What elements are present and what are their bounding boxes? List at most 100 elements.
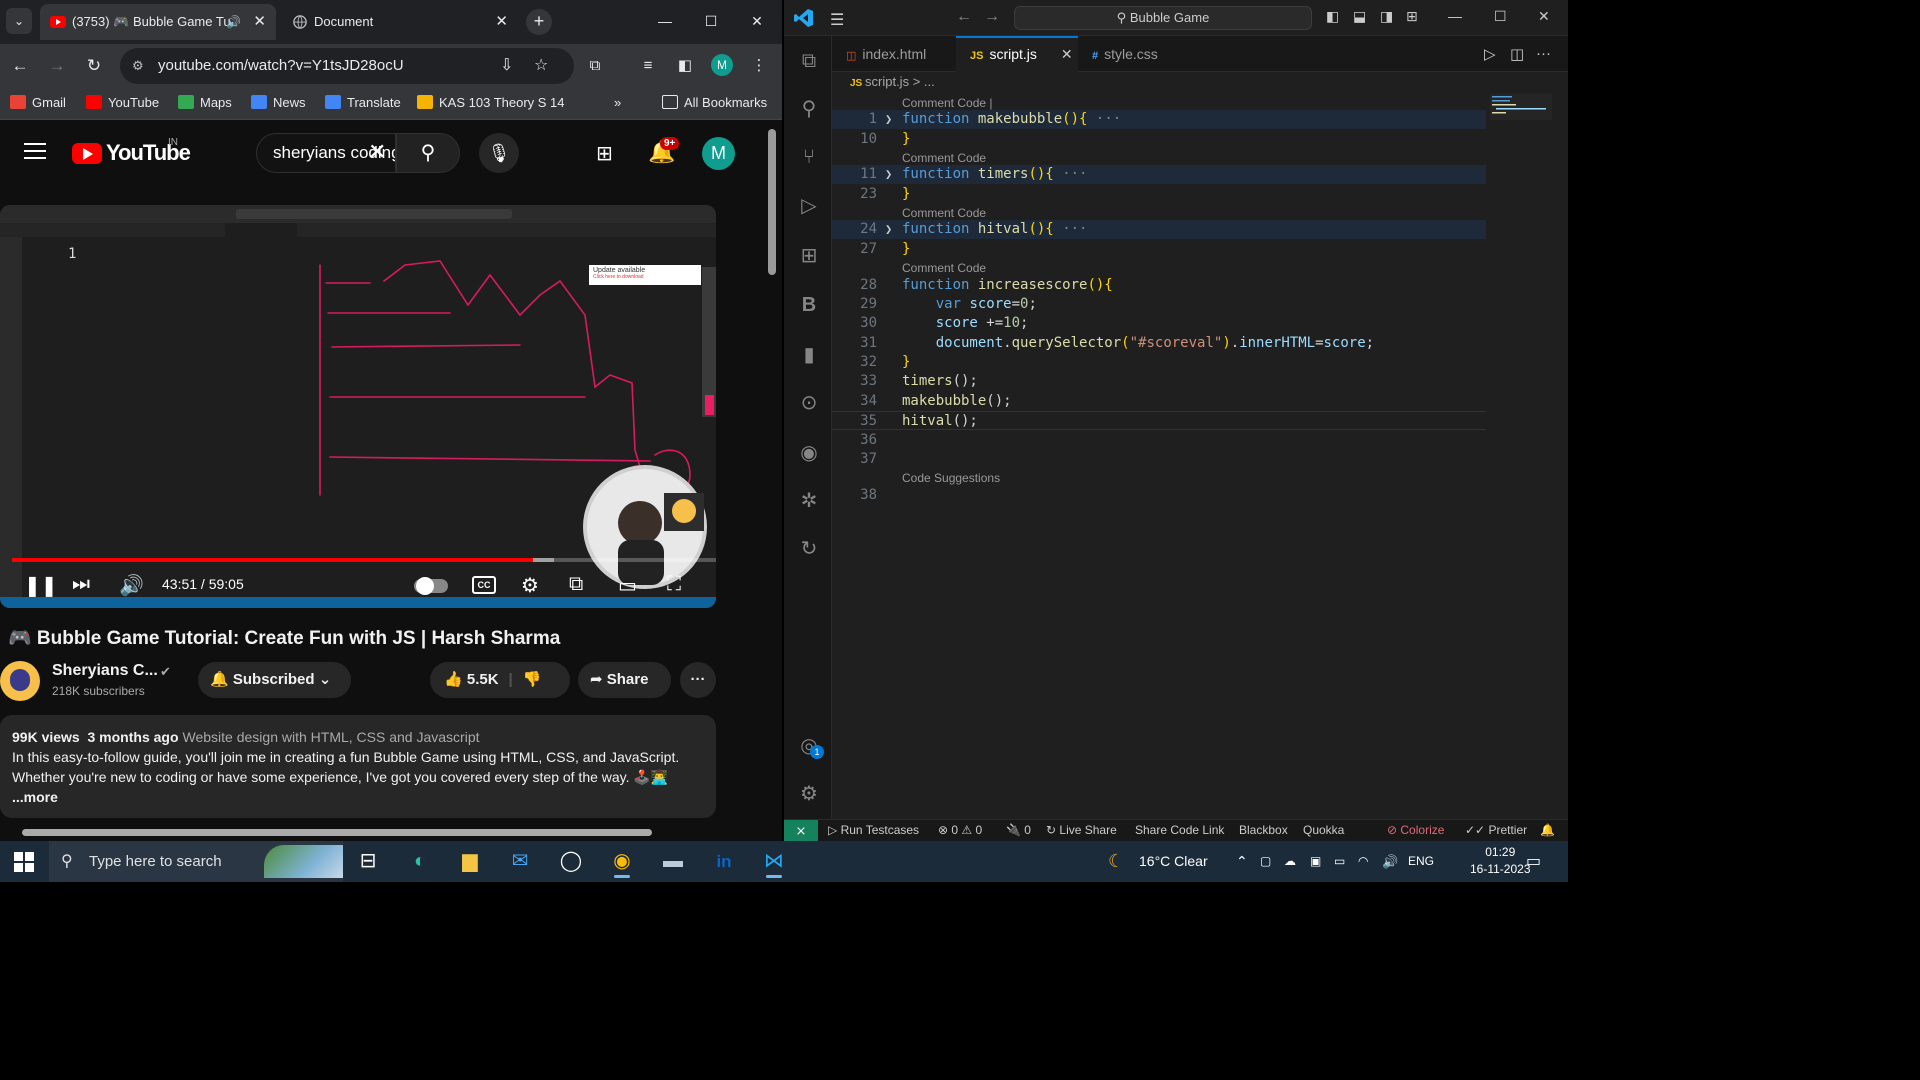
subscribed-button[interactable]: 🔔 Subscribed ⌄ — [198, 662, 351, 698]
toggle-sidebar-icon[interactable]: ◧ — [1326, 8, 1339, 25]
code-line[interactable]: 36 — [832, 431, 1486, 450]
task-view-icon[interactable]: ⊟ — [348, 845, 388, 878]
tray-app-icon[interactable]: ▢ — [1260, 841, 1271, 882]
guide-menu-icon[interactable] — [24, 143, 46, 159]
extensions-icon[interactable]: ⧉ — [583, 54, 607, 78]
clear-search-icon[interactable]: ✕ — [368, 139, 386, 165]
blackbox-status[interactable]: Blackbox — [1239, 820, 1288, 841]
code-lens[interactable]: Comment Code — [902, 151, 986, 166]
vscode-taskbar-icon[interactable]: ⋈ — [754, 845, 794, 878]
all-bookmarks[interactable]: All Bookmarks — [662, 88, 767, 120]
theater-mode-icon[interactable]: ▭ — [618, 573, 637, 598]
search-icon[interactable]: ⚲ — [796, 96, 822, 122]
tab-index-html[interactable]: ◫ index.html — [832, 36, 956, 72]
description-box[interactable]: 99K views 3 months ago Website design wit… — [0, 715, 716, 818]
channel-name[interactable]: Sheryians C... — [52, 662, 158, 680]
code-suggestions-lens[interactable]: Code Suggestions — [902, 471, 1000, 486]
explorer-icon[interactable]: ⧉ — [796, 48, 822, 74]
bookmark-news[interactable]: News — [251, 88, 306, 120]
search-button[interactable]: ⚲ — [396, 133, 460, 173]
bookmark-star-icon[interactable]: ☆ — [534, 48, 548, 84]
colorize-status[interactable]: ⊘ Colorize — [1387, 820, 1444, 841]
onedrive-icon[interactable]: ☁ — [1284, 841, 1296, 882]
run-testcases[interactable]: ▷ Run Testcases — [828, 820, 919, 841]
chrome-icon[interactable]: ◉ — [602, 845, 642, 878]
customize-layout-icon[interactable]: ⊞ — [1406, 8, 1418, 25]
bookmark-youtube[interactable]: YouTube — [86, 88, 159, 120]
fold-chevron-icon[interactable]: ❯ — [885, 165, 892, 184]
toggle-panel-icon[interactable]: ⬓ — [1353, 8, 1366, 25]
tab-search-button[interactable]: ⌄ — [6, 8, 32, 34]
input-language[interactable]: ENG — [1408, 841, 1434, 882]
code-line[interactable]: 1 ❯ function makebubble(){ ··· — [832, 110, 1486, 129]
close-tab-icon[interactable]: ✕ — [495, 4, 508, 40]
code-line-current[interactable]: 35 hitval(); — [832, 411, 1486, 430]
code-line[interactable]: 32} — [832, 353, 1486, 372]
settings-gear-icon[interactable]: ⚙ — [521, 573, 539, 598]
code-lens[interactable]: Comment Code | — [902, 96, 993, 111]
side-panel-icon[interactable]: ◧ — [673, 54, 697, 78]
miniplayer-icon[interactable]: ⧉ — [569, 573, 583, 596]
maximize-icon[interactable]: ☐ — [696, 8, 726, 34]
minimize-icon[interactable]: — — [650, 8, 680, 34]
media-control-icon[interactable]: ≡ — [636, 54, 660, 78]
wifi-icon[interactable]: ◠ — [1358, 841, 1368, 882]
toggle-secondary-sidebar-icon[interactable]: ◨ — [1380, 8, 1393, 25]
more-bookmarks-icon[interactable]: » — [614, 88, 621, 120]
weather-moon-icon[interactable]: ☾ — [1108, 841, 1124, 882]
dell-icon[interactable]: ◯ — [551, 845, 591, 878]
speaker-icon[interactable]: 🔊 — [226, 4, 241, 40]
volume-icon[interactable]: 🔊 — [1382, 841, 1398, 882]
remote-desktop-icon[interactable]: ▬ — [653, 845, 693, 878]
like-button[interactable]: 👍 5.5K — [444, 671, 499, 688]
ports-indicator[interactable]: 🔌 0 — [1006, 820, 1031, 841]
mail-icon[interactable]: ✉ — [500, 845, 540, 878]
fold-chevron-icon[interactable]: ❯ — [885, 110, 892, 129]
blackbox-icon[interactable]: B — [796, 292, 822, 318]
code-line[interactable]: 38 — [832, 486, 1486, 505]
category-tag[interactable]: Website design with HTML, CSS and Javasc… — [183, 729, 480, 745]
live-share-icon[interactable]: ↻ — [796, 536, 822, 562]
menu-icon[interactable]: ☰ — [830, 10, 844, 30]
taskbar-search[interactable]: ⚲ Type here to search — [49, 841, 343, 882]
split-editor-icon[interactable]: ◫ — [1510, 45, 1524, 63]
battery-icon[interactable]: ▭ — [1334, 841, 1345, 882]
linkedin-icon[interactable]: in — [704, 845, 744, 878]
profile-avatar[interactable]: M — [711, 54, 733, 76]
manage-gear-icon[interactable]: ⚙ — [796, 781, 822, 807]
code-lens[interactable]: Comment Code — [902, 261, 986, 276]
problems-indicator[interactable]: ⊗ 0 ⚠ 0 — [938, 820, 982, 841]
back-icon[interactable]: ← — [956, 8, 972, 26]
new-tab-button[interactable]: + — [526, 9, 552, 35]
remote-indicator-icon[interactable]: ⨯ — [784, 820, 818, 841]
chart-icon[interactable]: ▮ — [796, 342, 822, 368]
maximize-icon[interactable]: ☐ — [1494, 8, 1507, 25]
git-graph-icon[interactable]: ⊙ — [796, 390, 822, 416]
channel-avatar[interactable] — [0, 661, 40, 701]
volume-icon[interactable]: 🔊 — [119, 573, 144, 598]
close-window-icon[interactable]: ✕ — [1538, 8, 1550, 25]
reload-icon[interactable]: ↻ — [82, 54, 106, 78]
tab-style-css[interactable]: # style.css — [1078, 36, 1198, 72]
more-actions-icon[interactable]: ··· — [680, 662, 716, 698]
vertical-scrollbar[interactable] — [768, 129, 776, 275]
autoplay-toggle[interactable] — [414, 577, 448, 595]
notifications-bell-icon[interactable]: 🔔 — [1540, 820, 1555, 841]
back-icon[interactable]: ← — [8, 54, 32, 78]
minimize-icon[interactable]: — — [1448, 8, 1462, 24]
quokka-status[interactable]: Quokka — [1303, 820, 1344, 841]
install-app-icon[interactable]: ⇩ — [500, 48, 513, 84]
extensions-icon[interactable]: ⊞ — [796, 243, 822, 269]
windows-start-icon[interactable] — [14, 852, 34, 872]
tray-app-icon[interactable]: ▣ — [1310, 841, 1321, 882]
code-line[interactable]: 33 timers(); — [832, 372, 1486, 391]
bookmark-translate[interactable]: Translate — [325, 88, 401, 120]
code-line[interactable]: 34 makebubble(); — [832, 392, 1486, 411]
show-more-link[interactable]: ...more — [12, 787, 704, 807]
clock[interactable]: 01:29 16-11-2023 — [1470, 844, 1531, 878]
create-video-icon[interactable]: ⊞ — [596, 141, 613, 166]
bookmark-maps[interactable]: Maps — [178, 88, 232, 120]
progress-bar[interactable] — [12, 558, 716, 562]
minimap[interactable] — [1490, 94, 1552, 120]
code-line[interactable]: 28 function increasescore(){ — [832, 276, 1486, 295]
